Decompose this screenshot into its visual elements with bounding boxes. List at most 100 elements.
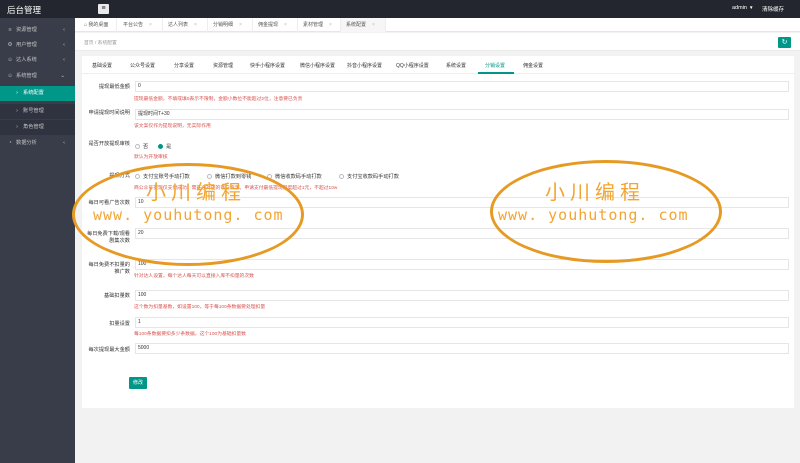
tab-label: 我的桌面 <box>88 22 109 28</box>
chevron-right-icon: › <box>16 90 18 96</box>
sidebar-item-label: 资源管理 <box>16 27 37 33</box>
user-icon: ☺ <box>7 73 13 79</box>
subtab-share[interactable]: 分享设置 <box>174 62 194 69</box>
close-icon[interactable]: × <box>284 22 287 28</box>
radio-label: 微信收款码手动打款 <box>275 174 322 180</box>
tab-label: 佣金提现 <box>258 22 279 28</box>
max-withdraw-label: 每次提现最大金额 <box>88 347 130 353</box>
sidebar: ≡ 资源管理 ‹ ⚙ 用户管理 ‹ ☺ 达人系统 ‹ ☺ 系统管理 ⌄ › 系统配置 › 账号管理 … <box>0 18 75 463</box>
username: admin <box>732 5 747 11</box>
min-withdraw-hint: 提现最低金额，不填或填0表示不限制，金额小数位不能超过2位，注意要已负责 <box>134 97 303 102</box>
config-subtabs: 基础设置 公众号设置 分享设置 资源管理 快手小程序设置 微信小程序设置 抖音小… <box>82 56 794 74</box>
chevron-left-icon: ‹ <box>63 140 65 146</box>
breadcrumb-current: 系统配置 <box>97 41 117 46</box>
subtab-wechat-mini[interactable]: 微信小程序设置 <box>300 62 335 69</box>
subtab-qq-mini[interactable]: QQ小程序设置 <box>396 62 429 69</box>
sidebar-item-label: 达人系统 <box>16 57 37 63</box>
sidebar-item-resources[interactable]: ≡ 资源管理 ‹ <box>0 23 75 38</box>
base-deduct-hint: 这个数为扣量基数，如设置100，等于每100条数据要处理扣量 <box>134 305 266 310</box>
close-icon[interactable]: × <box>239 22 242 28</box>
tab-label: 系统配置 <box>346 22 367 28</box>
deduct-input[interactable]: 1 <box>135 317 789 328</box>
tab-system-config[interactable]: 系统配置 × <box>341 18 386 32</box>
refresh-button[interactable]: ↻ <box>778 37 791 48</box>
watermark-text-url-right: www. youhutong. com <box>498 206 689 224</box>
subtab-official-account[interactable]: 公众号设置 <box>130 62 155 69</box>
min-withdraw-input[interactable]: 0 <box>135 81 789 92</box>
tab-talent-list[interactable]: 达人列表 × <box>163 18 208 32</box>
menu-toggle-icon[interactable]: ≡ <box>98 4 109 14</box>
apply-desc-label: 申请提现时间说明 <box>88 110 130 116</box>
sidebar-item-system-config[interactable]: › 系统配置 <box>0 86 75 101</box>
sidebar-item-analytics[interactable]: ◔ 数据分析 ‹ <box>0 136 75 151</box>
method-wechat-qr-radio[interactable]: 微信收款码手动打款 <box>267 173 322 180</box>
sidebar-item-system[interactable]: ☺ 系统管理 ⌄ <box>0 69 75 84</box>
close-icon[interactable]: × <box>372 22 375 28</box>
method-alipay-qr-radio[interactable]: 支付宝收款码手动打款 <box>339 173 399 180</box>
subtab-resources[interactable]: 资源管理 <box>213 62 233 69</box>
apply-desc-input[interactable]: 提现时间T+30 <box>135 109 789 120</box>
review-hint: 默认为开放审核 <box>134 155 168 160</box>
watermark-text-cn-right: 小川编程 <box>545 180 645 204</box>
refresh-icon: ↻ <box>781 39 788 46</box>
review-label: 是否开放提现审核 <box>88 141 130 147</box>
sidebar-item-talent[interactable]: ☺ 达人系统 ‹ <box>0 53 75 68</box>
sidebar-item-accounts[interactable]: › 账号管理 <box>0 104 75 119</box>
sidebar-item-label: 数据分析 <box>16 140 37 146</box>
watermark-text-cn-left: 小川编程 <box>146 180 246 204</box>
sidebar-item-roles[interactable]: › 角色管理 <box>0 120 75 135</box>
close-icon[interactable]: × <box>329 22 332 28</box>
breadcrumb-home[interactable]: 首页 <box>84 41 94 46</box>
tab-desktop[interactable]: ⌂ 我的桌面 <box>79 18 117 32</box>
tab-label: 素材管理 <box>303 22 324 28</box>
base-deduct-input[interactable]: 100 <box>135 290 789 301</box>
sidebar-item-label: 账号管理 <box>23 108 44 114</box>
radio-off-icon <box>135 144 140 149</box>
tab-announcement[interactable]: 平台公告 × <box>118 18 163 32</box>
base-deduct-label: 基础扣量数 <box>104 293 130 299</box>
chevron-left-icon: ‹ <box>63 27 65 33</box>
radio-off-icon <box>339 174 344 179</box>
user-icon: ☺ <box>7 57 13 63</box>
tab-label: 平台公告 <box>123 22 144 28</box>
tab-withdraw[interactable]: 佣金提现 × <box>253 18 298 32</box>
watermark-text-url-left: www. youhutong. com <box>93 206 284 224</box>
sidebar-item-users[interactable]: ⚙ 用户管理 ‹ <box>0 38 75 53</box>
tab-distribution[interactable]: 分销明细 × <box>208 18 253 32</box>
subtab-douyin-mini[interactable]: 抖音小程序设置 <box>347 62 382 69</box>
breadcrumb: 首页 / 系统配置 <box>75 33 800 51</box>
radio-label: 否 <box>143 144 149 150</box>
active-subtab-indicator <box>478 72 514 74</box>
sidebar-item-label: 系统管理 <box>16 73 37 79</box>
caret-down-icon: ▼ <box>748 5 754 10</box>
breadcrumb-trail: 首页 / 系统配置 <box>84 39 117 46</box>
sidebar-item-label: 角色管理 <box>23 124 44 130</box>
radio-on-icon <box>158 144 163 149</box>
breadcrumb-sep: / <box>94 41 97 46</box>
chevron-right-icon: › <box>16 108 18 114</box>
subtab-system[interactable]: 系统设置 <box>446 62 466 69</box>
chevron-right-icon: › <box>16 124 18 130</box>
user-menu[interactable]: admin ▼ <box>732 5 753 11</box>
tab-materials[interactable]: 素材管理 × <box>298 18 341 32</box>
radio-label: 是 <box>166 144 172 150</box>
subtab-basic[interactable]: 基础设置 <box>92 62 112 69</box>
submit-button[interactable]: 修改 <box>129 377 147 389</box>
app-logo: 后台管理 <box>7 5 42 15</box>
top-header: 后台管理 ≡ admin ▼ 清除缓存 <box>0 0 800 18</box>
subtab-distribution[interactable]: 分销设置 <box>485 62 505 69</box>
clear-cache-link[interactable]: 清除缓存 <box>762 5 784 13</box>
daily-limit-hint: 针对达人设置，每个达人每天可以直接入库不扣量的次数 <box>134 274 254 279</box>
subtab-kuaishou[interactable]: 快手小程序设置 <box>250 62 285 69</box>
review-no-radio[interactable]: 否 <box>135 143 148 150</box>
chevron-left-icon: ‹ <box>63 42 65 48</box>
close-icon[interactable]: × <box>194 22 197 28</box>
close-icon[interactable]: × <box>149 22 152 28</box>
tab-label: 分销明细 <box>213 22 234 28</box>
chart-icon: ◔ <box>8 140 12 146</box>
max-withdraw-input[interactable]: 5000 <box>135 343 789 354</box>
chevron-left-icon: ‹ <box>63 57 65 63</box>
subtab-commission[interactable]: 佣金设置 <box>523 62 543 69</box>
review-yes-radio[interactable]: 是 <box>158 143 171 150</box>
daily-limit-label: 每日免费不扣量的推广数 <box>88 262 130 275</box>
